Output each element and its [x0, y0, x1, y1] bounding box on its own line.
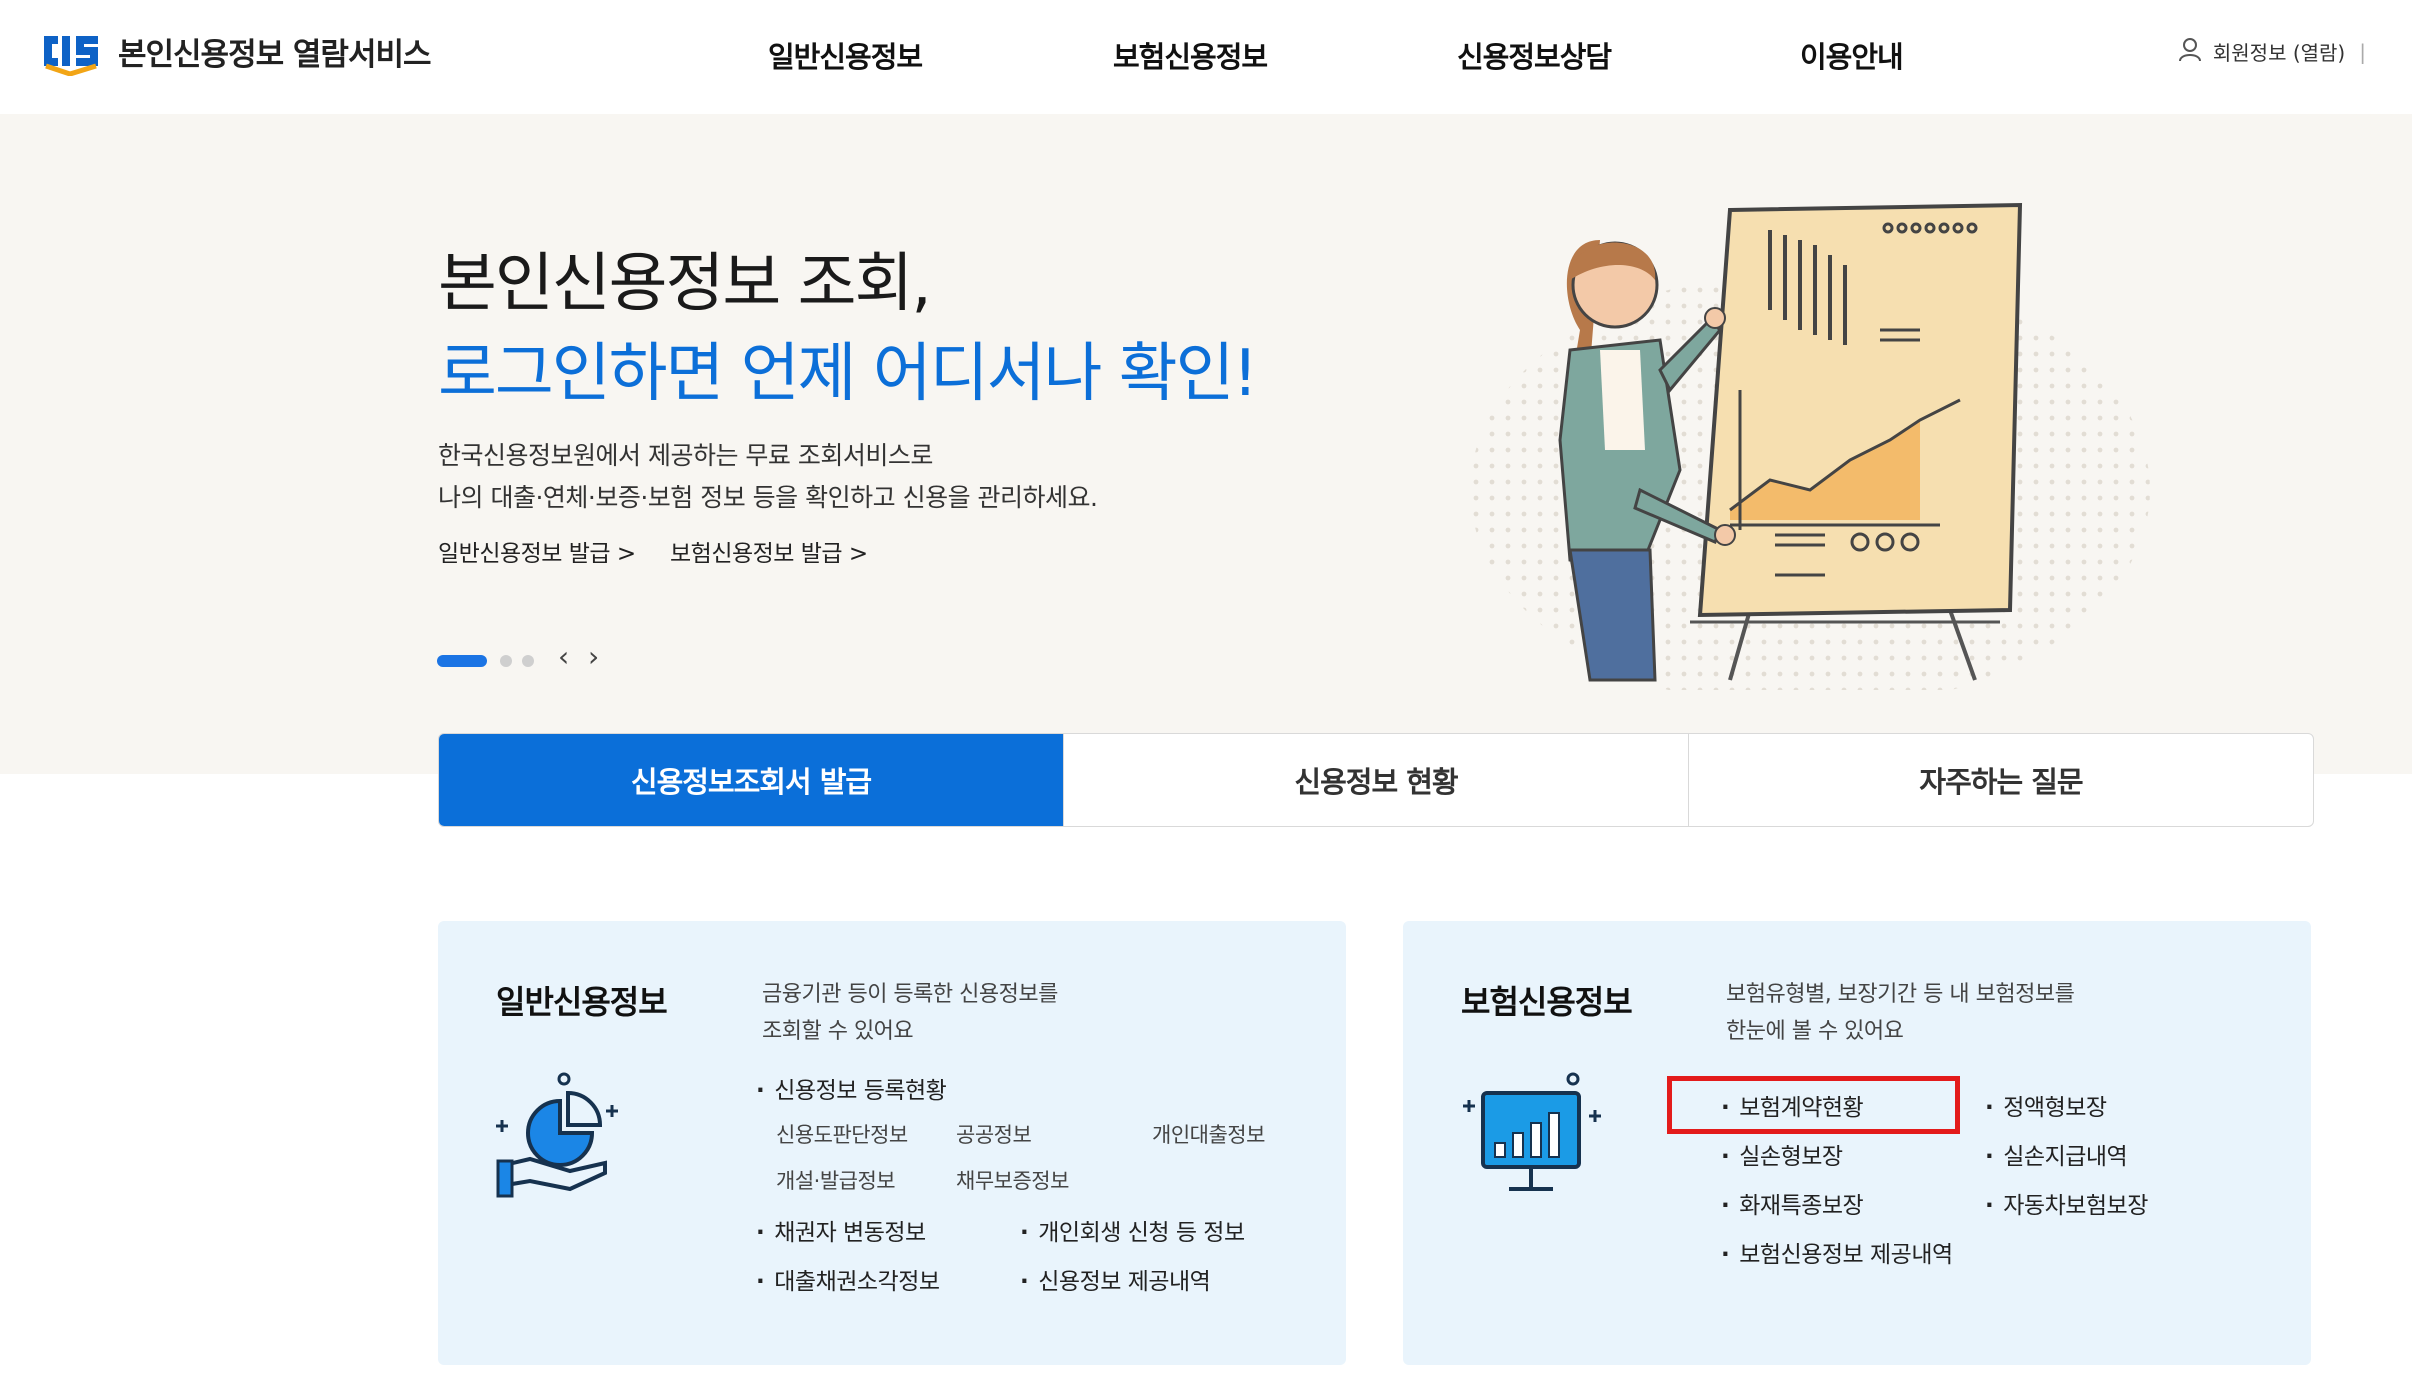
indemnity-coverage[interactable]: 실손형보장 [1721, 1137, 1843, 1171]
tab-credit-status[interactable]: 신용정보 현황 [1063, 734, 1688, 826]
nav-credit-consulting[interactable]: 신용정보상담 [1457, 34, 1612, 76]
monitor-bar-chart-icon [1463, 1072, 1601, 1191]
sub-public-info[interactable]: 공공정보 [956, 1119, 1032, 1149]
loan-write-off-info[interactable]: 대출채권소각정보 [756, 1262, 940, 1296]
slide-prev-button[interactable]: ‹ [558, 640, 569, 673]
tab-faq[interactable]: 자주하는 질문 [1688, 734, 2313, 826]
slide-indicator-3[interactable] [522, 655, 534, 667]
hero-title-line1: 본인신용정보 조회, [438, 247, 932, 321]
indemnity-payment-history[interactable]: 실손지급내역 [1985, 1137, 2127, 1171]
sub-creditworthiness-info[interactable]: 신용도판단정보 [776, 1119, 908, 1149]
hero-desc-line2: 나의 대출·연체·보증·보험 정보 등을 확인하고 신용을 관리하세요. [438, 483, 1098, 512]
user-icon [2177, 36, 2203, 67]
insurance-credit-desc: 보험유형별, 보장기간 등 내 보험정보를 한눈에 볼 수 있어요 [1726, 976, 2075, 1050]
insurance-credit-card: 보험신용정보 보험유형별, 보장기간 등 내 보험정보를 한눈에 볼 수 있어요… [1403, 921, 2311, 1365]
hand-pie-chart-icon [496, 1072, 618, 1198]
fixed-amount-coverage[interactable]: 정액형보장 [1985, 1088, 2107, 1122]
insurance-credit-provision-history[interactable]: 보험신용정보 제공내역 [1721, 1235, 1953, 1269]
sub-debt-guarantee-info[interactable]: 채무보증정보 [956, 1165, 1069, 1195]
user-info-label[interactable]: 회원정보 (열람) [2213, 37, 2345, 66]
nav-insurance-credit[interactable]: 보험신용정보 [1113, 34, 1268, 76]
insurance-credit-desc-line2: 한눈에 볼 수 있어요 [1726, 1019, 1904, 1044]
site-logo[interactable]: 본인신용정보 열람서비스 [40, 26, 432, 77]
credit-registration-status[interactable]: 신용정보 등록현황 [756, 1071, 947, 1105]
general-credit-desc-line1: 금융기관 등이 등록한 신용정보를 [762, 982, 1058, 1007]
nav-usage-guide[interactable]: 이용안내 [1800, 34, 1904, 76]
slide-indicator-active[interactable] [437, 655, 487, 667]
insurance-credit-issue-link[interactable]: 보험신용정보 발급 > [670, 534, 868, 568]
slide-next-button[interactable]: › [588, 640, 599, 673]
fire-special-coverage[interactable]: 화재특종보장 [1721, 1186, 1863, 1220]
cis-logo-icon [40, 26, 102, 77]
general-credit-desc-line2: 조회할 수 있어요 [762, 1019, 914, 1044]
sub-account-issue-info[interactable]: 개설·발급정보 [776, 1165, 896, 1195]
auto-insurance-coverage[interactable]: 자동차보험보장 [1985, 1186, 2148, 1220]
general-credit-card: 일반신용정보 금융기관 등이 등록한 신용정보를 조회할 수 있어요 신용정보 … [438, 921, 1346, 1365]
top-header: 본인신용정보 열람서비스 일반신용정보 보험신용정보 신용정보상담 이용안내 회… [0, 0, 2412, 115]
main-tabs: 신용정보조회서 발급 신용정보 현황 자주하는 질문 [438, 733, 2314, 827]
user-separator: | [2359, 39, 2366, 64]
general-credit-desc: 금융기관 등이 등록한 신용정보를 조회할 수 있어요 [762, 976, 1058, 1050]
hero-title-line2: 로그인하면 언제 어디서나 확인! [438, 337, 1258, 411]
hero-desc-line1: 한국신용정보원에서 제공하는 무료 조회서비스로 [438, 441, 933, 470]
insurance-credit-desc-line1: 보험유형별, 보장기간 등 내 보험정보를 [1726, 982, 2075, 1007]
nav-general-credit[interactable]: 일반신용정보 [768, 34, 923, 76]
general-credit-title: 일반신용정보 [496, 983, 668, 1021]
sub-personal-loan-info[interactable]: 개인대출정보 [1152, 1119, 1265, 1149]
insurance-contract-status[interactable]: 보험계약현황 [1721, 1088, 1863, 1122]
logo-text: 본인신용정보 열람서비스 [118, 36, 432, 73]
insurance-credit-title: 보험신용정보 [1461, 983, 1633, 1021]
credit-provision-history[interactable]: 신용정보 제공내역 [1020, 1262, 1211, 1296]
slide-indicator-2[interactable] [500, 655, 512, 667]
user-menu[interactable]: 회원정보 (열람) | [2177, 36, 2366, 67]
creditor-change-info[interactable]: 채권자 변동정보 [756, 1213, 926, 1247]
presenter-illustration [1470, 202, 2150, 690]
tab-issue-credit-report[interactable]: 신용정보조회서 발급 [439, 734, 1063, 826]
general-credit-issue-link[interactable]: 일반신용정보 발급 > [438, 534, 636, 568]
personal-rehabilitation-info[interactable]: 개인회생 신청 등 정보 [1020, 1213, 1245, 1247]
